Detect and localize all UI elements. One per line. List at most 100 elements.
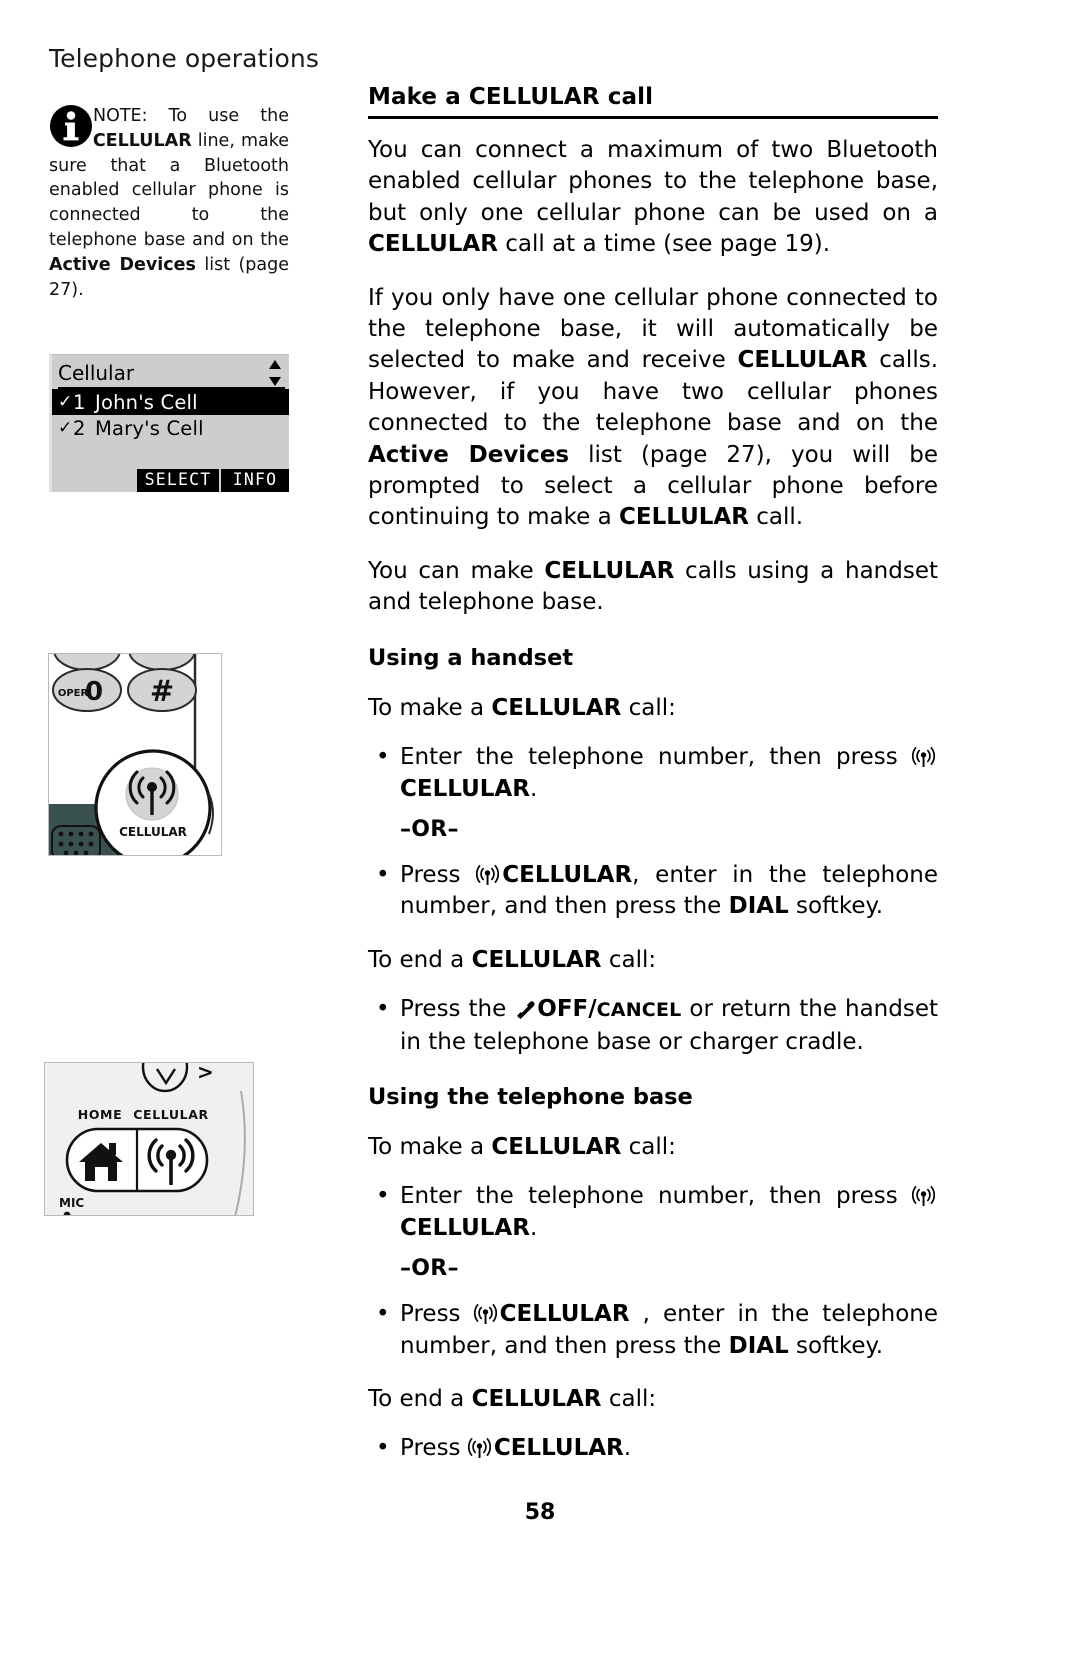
off-cancel-handset-icon [514, 997, 536, 1020]
text-run: . [529, 1214, 538, 1241]
cue-end-call-base: To end a CELLULAR call: [368, 1384, 938, 1415]
text-bold: OFF/ [537, 996, 597, 1023]
text-bold: CELLULAR [493, 1435, 624, 1462]
text-bold: CELLULAR [491, 694, 622, 721]
lcd-screen-figure: Cellular ✓ 1 John's Cell ✓ 2 Mary's Cell SELE… [49, 354, 289, 492]
checkmark-icon: ✓ [58, 391, 73, 412]
bullet-list-handset-make-alt: Press CELLULAR, enter in the telephone n… [368, 860, 938, 923]
text-run: call: [601, 946, 657, 973]
text-bold: Active Devices [368, 441, 570, 468]
or-separator-handset: –OR– [400, 816, 459, 842]
text-run: You can make [368, 557, 545, 584]
lcd-item-index: 2 [73, 416, 86, 440]
cellular-antenna-icon [911, 1185, 936, 1207]
lcd-list-item[interactable]: ✓ 1 John's Cell [52, 389, 289, 415]
cue-make-call-handset: To make a CELLULAR call: [368, 693, 938, 724]
svg-text:0: 0 [85, 677, 103, 707]
svg-text:MIC: MIC [59, 1196, 84, 1210]
text-bold: CELLULAR [400, 775, 530, 802]
svg-text:CELLULAR: CELLULAR [133, 1107, 208, 1122]
subheading-using-a-handset: Using a handset [368, 644, 574, 671]
softkey-info[interactable]: INFO [221, 469, 289, 492]
list-item: Press the OFF/CANCEL or return the hands… [368, 994, 938, 1058]
note-block: NOTE: To use the CELLULAR line, make sur… [49, 104, 289, 302]
lcd-list: ✓ 1 John's Cell ✓ 2 Mary's Cell [52, 389, 289, 441]
text-run: To use the [168, 106, 289, 126]
main-content-column: Make a CELLULAR call You can connect a m… [368, 84, 938, 1465]
bullet-list-handset-end: Press the OFF/CANCEL or return the hands… [368, 994, 938, 1058]
bullet-list-base-end: Press CELLULAR. [368, 1433, 938, 1465]
running-head: Telephone operations [49, 44, 319, 73]
bullet-list-base-make-alt: Press CELLULAR , enter in the telephone … [368, 1299, 938, 1362]
lcd-list-item[interactable]: ✓ 2 Mary's Cell [52, 415, 289, 441]
handset-keypad-figure: OPER 0 # CELLULAR [48, 653, 222, 856]
manual-page: Telephone operations NOTE: To use the CE… [0, 0, 1080, 1669]
text-run: softkey. [788, 1332, 884, 1359]
text-run: Press the [400, 996, 515, 1023]
checkmark-icon: ✓ [58, 417, 73, 438]
left-column: NOTE: To use the CELLULAR line, make sur… [49, 104, 289, 302]
text-run: To end a [368, 1385, 472, 1412]
text-run: call: [621, 1133, 676, 1160]
paragraph-1: You can connect a maximum of two Bluetoo… [368, 135, 938, 261]
cellular-antenna-icon [467, 1437, 491, 1459]
text-run: softkey. [788, 893, 884, 920]
lcd-title-row: Cellular [58, 359, 285, 389]
softkey-select[interactable]: SELECT [137, 469, 219, 492]
list-item: Press CELLULAR. [368, 1433, 938, 1465]
telephone-base-figure: > HOME CELLULAR MIC [44, 1062, 254, 1216]
svg-text:OPER: OPER [58, 688, 89, 699]
lcd-softkey-bar: SELECT INFO [52, 469, 289, 492]
list-item: Press CELLULAR, enter in the telephone n… [368, 860, 938, 923]
text-run: Press [400, 1301, 474, 1328]
text-run: . [529, 775, 538, 802]
text-bold: CELLULAR [471, 1385, 602, 1412]
text-run: Press [400, 1435, 468, 1462]
text-run: . [623, 1435, 632, 1462]
paragraph-2: If you only have one cellular phone conn… [368, 283, 938, 534]
lcd-title: Cellular [58, 361, 135, 385]
text-run: To make a [368, 1133, 492, 1160]
text-bold: DIAL [728, 893, 789, 920]
list-item: Enter the telephone number, then press C… [368, 1181, 938, 1244]
or-separator-base: –OR– [400, 1256, 459, 1282]
text-run: Enter the telephone number, then press [400, 744, 912, 771]
cue-end-call-handset: To end a CELLULAR call: [368, 945, 938, 976]
text-bold: Active Devices [49, 254, 196, 275]
text-run: call: [601, 1385, 657, 1412]
text-smallcaps: CANCEL [596, 999, 682, 1022]
text-bold: CELLULAR [499, 1301, 630, 1328]
bullet-list-base-make: Enter the telephone number, then press C… [368, 1181, 938, 1244]
text-run: call: [621, 694, 676, 721]
text-run: call. [748, 504, 804, 531]
text-bold: CELLULAR [502, 861, 633, 888]
text-bold: CELLULAR [544, 557, 675, 584]
text-run: NOTE: [93, 106, 169, 126]
text-bold: CELLULAR [471, 946, 602, 973]
paragraph-3: You can make CELLULAR calls using a hand… [368, 556, 938, 619]
text-bold: CELLULAR [368, 231, 498, 258]
up-down-arrow-icon [267, 360, 283, 386]
svg-text:>: > [197, 1063, 214, 1084]
subheading-using-the-telephone-base: Using the telephone base [368, 1083, 693, 1110]
lcd-item-label: Mary's Cell [95, 416, 204, 440]
lcd-item-label: John's Cell [95, 390, 198, 414]
text-bold: CELLULAR [619, 504, 749, 531]
text-bold: CELLULAR [737, 347, 868, 374]
svg-text:HOME: HOME [78, 1107, 122, 1122]
text-run: You can connect a maximum of two Bluetoo… [368, 137, 938, 226]
cellular-antenna-icon [911, 746, 936, 768]
cue-make-call-base: To make a CELLULAR call: [368, 1132, 938, 1163]
text-run: To make a [368, 694, 492, 721]
bullet-list-handset-make: Enter the telephone number, then press C… [368, 742, 938, 805]
list-item: Enter the telephone number, then press C… [368, 742, 938, 805]
text-bold: CELLULAR [400, 1214, 530, 1241]
text-bold: DIAL [728, 1332, 789, 1359]
list-item: Press CELLULAR , enter in the telephone … [368, 1299, 938, 1362]
cellular-antenna-icon [473, 1303, 497, 1325]
page-number: 58 [524, 1500, 556, 1525]
svg-text:#: # [150, 674, 174, 708]
text-run: call at a time (see page 19). [497, 231, 831, 258]
info-icon [49, 104, 93, 148]
text-bold: CELLULAR [491, 1133, 622, 1160]
